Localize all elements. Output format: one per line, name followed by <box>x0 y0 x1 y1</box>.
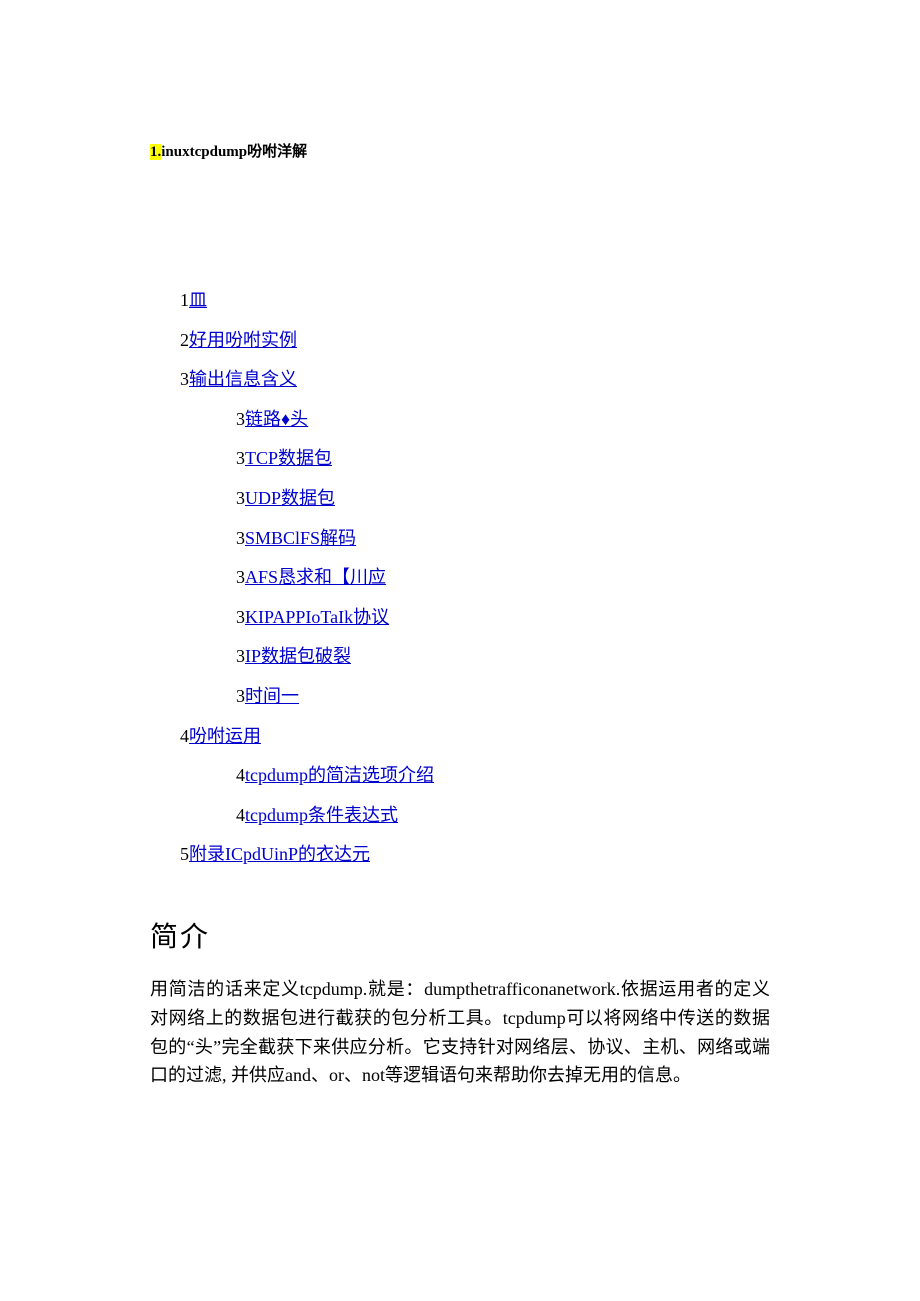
title-highlight: 1. <box>150 144 161 160</box>
toc-link[interactable]: 皿 <box>189 290 207 310</box>
toc-link[interactable]: TCP数据包 <box>245 448 332 468</box>
toc-item: 3KIPAPPIoTaIk协议 <box>236 598 770 638</box>
toc-number: 4 <box>236 805 245 825</box>
toc-link[interactable]: 链路♦头 <box>245 409 308 429</box>
toc-number: 5 <box>180 844 189 864</box>
toc-item: 3TCP数据包 <box>236 439 770 479</box>
toc-link[interactable]: 时间一 <box>245 686 299 706</box>
title-text: inuxtcpdump吩咐洋解 <box>161 144 307 160</box>
toc-number: 2 <box>180 330 189 350</box>
toc-item: 1皿 <box>180 281 770 321</box>
toc-item: 3AFS恳求和【川应 <box>236 558 770 598</box>
toc-link[interactable]: tcpdump的简洁选项介绍 <box>245 765 434 785</box>
toc-link[interactable]: KIPAPPIoTaIk协议 <box>245 607 389 627</box>
toc-link[interactable]: IP数据包破裂 <box>245 646 351 666</box>
toc-number: 3 <box>236 528 245 548</box>
toc-number: 3 <box>236 607 245 627</box>
toc-item: 3UDP数据包 <box>236 479 770 519</box>
document-page: 1.inuxtcpdump吩咐洋解 1皿2好用吩咐实例3输出信息含义3链路♦头3… <box>0 0 920 1190</box>
toc-number: 3 <box>180 369 189 389</box>
toc-link[interactable]: 好用吩咐实例 <box>189 330 297 350</box>
toc-number: 3 <box>236 646 245 666</box>
toc-item: 4tcpdump条件表达式 <box>236 796 770 836</box>
toc-number: 3 <box>236 448 245 468</box>
toc-number: 4 <box>236 765 245 785</box>
toc-link[interactable]: 附录ICpdUinP的衣达元 <box>189 844 370 864</box>
toc-item: 5附录ICpdUinP的衣达元 <box>180 835 770 875</box>
body-paragraph: 用简洁的话来定义tcpdump.就是：dumpthetrafficonanetw… <box>150 975 770 1090</box>
toc-link[interactable]: AFS恳求和【川应 <box>245 567 386 587</box>
toc-item: 2好用吩咐实例 <box>180 321 770 361</box>
toc-item: 4tcpdump的简洁选项介绍 <box>236 756 770 796</box>
toc-item: 3链路♦头 <box>236 400 770 440</box>
toc-number: 3 <box>236 488 245 508</box>
toc-link[interactable]: UDP数据包 <box>245 488 335 508</box>
toc-item: 3输出信息含义 <box>180 360 770 400</box>
toc-number: 3 <box>236 686 245 706</box>
toc-number: 4 <box>180 726 189 746</box>
toc-number: 3 <box>236 409 245 429</box>
toc-item: 3IP数据包破裂 <box>236 637 770 677</box>
toc-number: 3 <box>236 567 245 587</box>
toc-link[interactable]: 输出信息含义 <box>189 369 297 389</box>
section-heading: 简介 <box>150 915 770 955</box>
table-of-contents: 1皿2好用吩咐实例3输出信息含义3链路♦头3TCP数据包3UDP数据包3SMBC… <box>180 281 770 875</box>
toc-item: 4吩咐运用 <box>180 717 770 757</box>
toc-link[interactable]: 吩咐运用 <box>189 726 261 746</box>
toc-item: 3时间一 <box>236 677 770 717</box>
toc-link[interactable]: tcpdump条件表达式 <box>245 805 398 825</box>
toc-number: 1 <box>180 290 189 310</box>
toc-link[interactable]: SMBClFS解码 <box>245 528 356 548</box>
toc-item: 3SMBClFS解码 <box>236 519 770 559</box>
document-title: 1.inuxtcpdump吩咐洋解 <box>150 140 770 161</box>
